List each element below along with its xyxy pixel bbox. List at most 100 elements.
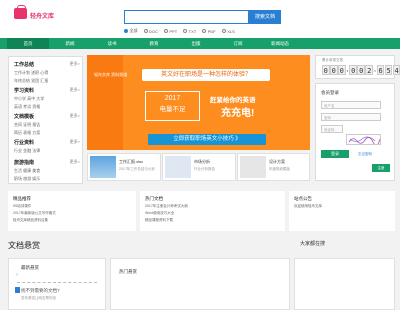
format-option-ppt[interactable]: PPT xyxy=(163,28,177,34)
banner-speech-bubble: 英文好在职场是一种怎样的体验？ xyxy=(142,69,270,81)
category-more-link[interactable]: 更多> xyxy=(70,139,80,145)
forgot-password-link[interactable]: 忘记密码 xyxy=(358,152,372,157)
nav-item-subscribe[interactable]: 订阅 xyxy=(217,38,259,49)
format-filter: 全部 DOC PPT TXT PDF XLS xyxy=(124,28,235,34)
question-icon: ? xyxy=(16,273,18,277)
card-heading: 最新悬赏 xyxy=(21,265,39,270)
recommend-card[interactable]: 设计方案 年度规划模板 xyxy=(237,153,310,181)
category-block: 工作总结 更多> 工作计划 述职 心得 年终总结 党团 汇报 xyxy=(14,61,80,84)
category-block: 文档模板 更多> 合同 证明 报告 简历 表格 方案 xyxy=(14,113,80,136)
register-button[interactable]: 注册 xyxy=(372,164,390,172)
info-box-popular: 热门文档 2017年注册会计师考试大纲 Word使用技巧大全 精品课程资料下载 xyxy=(140,191,285,231)
counter-digit: 0 xyxy=(330,65,338,75)
radio-selected-icon xyxy=(124,29,128,33)
counter-digit: 4 xyxy=(392,65,400,75)
info-link[interactable]: Word使用技巧大全 xyxy=(145,211,275,216)
category-links[interactable]: 中小学 高中 大学 xyxy=(14,96,80,102)
section-title-right: 大家都在搜 xyxy=(300,241,326,247)
info-box-notice: 站点公告 欢迎使用轻舟文库 xyxy=(289,191,395,231)
nav-item-home[interactable]: 首页 xyxy=(7,38,49,49)
format-option-all[interactable]: 全部 xyxy=(124,28,138,34)
counter-digit: 0 xyxy=(338,65,346,75)
info-title: 热门文档 xyxy=(145,196,163,201)
category-links[interactable]: 工作计划 述职 心得 xyxy=(14,70,80,76)
banner-mini-logo: 轻舟文库 资料频道 xyxy=(94,72,128,77)
category-links[interactable]: 生活 健康 美食 xyxy=(14,168,80,174)
counter-digit: 5 xyxy=(384,65,393,75)
counter-digit: 2 xyxy=(365,65,373,75)
card-subtitle: 行业分析报告 xyxy=(194,167,215,171)
bounty-card-latest: ? 最新悬赏 找不到需要的文档? 发布悬赏让网友帮你找 xyxy=(8,258,106,310)
section-title: 文档悬赏 xyxy=(8,241,40,250)
recommend-card[interactable]: 市场分析 行业分析报告 xyxy=(162,153,236,181)
category-links[interactable]: 职场 旅游 娱乐 xyxy=(14,176,80,182)
captcha-image[interactable] xyxy=(346,134,381,145)
counter-label: 累计收录文档 xyxy=(322,58,343,62)
radio-icon xyxy=(183,29,188,33)
site-logo-text[interactable]: 轻舟文库 xyxy=(30,11,54,20)
card-title: 市场分析 xyxy=(194,159,210,164)
category-more-link[interactable]: 更多> xyxy=(70,113,80,119)
format-option-doc[interactable]: DOC xyxy=(143,28,158,34)
counter-digit: 6 xyxy=(376,65,385,75)
info-box-featured: 精品推荐 5S培训课件 2017年最新版公文写作格式 轻舟文库精品资料合集 xyxy=(8,191,136,231)
calendar-text: 电量不足 xyxy=(159,106,186,113)
nav-item-publishing[interactable]: 出版 xyxy=(175,38,217,49)
login-title: 会员登录 xyxy=(321,90,339,95)
captcha-input[interactable]: 验证码 xyxy=(321,125,343,133)
category-links[interactable]: 年终总结 党团 汇报 xyxy=(14,78,80,84)
category-links[interactable]: 合同 证明 报告 xyxy=(14,122,80,128)
login-panel: 会员登录 用户名 密码 验证码 登录 忘记密码 注册 xyxy=(315,83,395,181)
info-link[interactable]: 2017年最新版公文写作格式 xyxy=(13,211,93,216)
captcha-squiggle-icon xyxy=(348,136,380,144)
document-thumbnail xyxy=(240,156,266,178)
nav-item-news[interactable]: 新闻 xyxy=(49,38,91,49)
card-subtext: 发布悬赏让网友帮你找 xyxy=(21,296,56,300)
book-icon xyxy=(15,287,20,293)
info-title: 精品推荐 xyxy=(13,196,31,201)
radio-icon xyxy=(163,29,168,33)
password-field[interactable]: 密码 xyxy=(321,113,381,121)
info-link[interactable]: 5S培训课件 xyxy=(13,204,93,209)
format-option-pdf[interactable]: PDF xyxy=(202,28,216,34)
search-input[interactable] xyxy=(124,10,249,24)
format-option-xls[interactable]: XLS xyxy=(221,28,235,34)
format-option-txt[interactable]: TXT xyxy=(183,28,196,34)
banner-calendar: 2017 电量不足 xyxy=(145,91,200,121)
category-sidebar: 工作总结 更多> 工作计划 述职 心得 年终总结 党团 汇报 学习资料 更多> … xyxy=(8,56,83,184)
banner-slogan: 赶紧给你的英语 xyxy=(210,97,256,104)
category-block: 学习资料 更多> 中小学 高中 大学 英语 考试 资格 xyxy=(14,87,80,110)
card-heading: 热门悬赏 xyxy=(119,269,137,274)
info-link[interactable]: 轻舟文库精品资料合集 xyxy=(13,218,93,223)
category-more-link[interactable]: 更多> xyxy=(70,61,80,67)
bounty-card-popular: 热门悬赏 xyxy=(110,258,290,310)
category-links[interactable]: 行业 金融 法律 xyxy=(14,148,80,154)
banner-cta-button[interactable]: 立即获取职场英文小技巧 》 xyxy=(148,134,266,145)
category-links[interactable]: 简历 表格 方案 xyxy=(14,130,80,136)
nav-item-education[interactable]: 教育 xyxy=(133,38,175,49)
nav-item-updates[interactable]: 新闻动态 xyxy=(259,38,301,49)
radio-icon xyxy=(221,29,226,33)
login-button[interactable]: 登录 xyxy=(321,150,349,158)
card-subtitle: 年度规划模板 xyxy=(269,167,290,171)
category-more-link[interactable]: 更多> xyxy=(70,159,80,165)
counter-digits: 0 0 0 , 0 0 2 , 6 5 4 xyxy=(322,65,400,75)
counter-digit: 0 xyxy=(349,65,357,75)
nav-item-reading[interactable]: 读书 xyxy=(91,38,133,49)
username-field[interactable]: 用户名 xyxy=(321,101,381,109)
search-trends-card xyxy=(294,258,395,310)
card-title: 设计方案 xyxy=(269,159,285,164)
info-link[interactable]: 精品课程资料下载 xyxy=(145,218,275,223)
recommend-card[interactable]: 工作汇报.xlsx 2017年工作总结与计划 xyxy=(87,153,161,181)
card-text[interactable]: 找不到需要的文档? xyxy=(21,288,60,294)
divider xyxy=(17,282,97,283)
bag-logo-icon[interactable] xyxy=(14,5,27,19)
counter-digit: 0 xyxy=(357,65,365,75)
category-links[interactable]: 英语 考试 资格 xyxy=(14,104,80,110)
category-block: 旅游指南 更多> 生活 健康 美食 职场 旅游 娱乐 xyxy=(14,159,80,182)
info-link[interactable]: 2017年注册会计师考试大纲 xyxy=(145,204,275,209)
promo-banner[interactable]: 轻舟文库 资料频道 英文好在职场是一种怎样的体验？ 2017 电量不足 赶紧给你… xyxy=(87,55,310,150)
search-button[interactable]: 搜索文档 xyxy=(249,10,281,24)
category-more-link[interactable]: 更多> xyxy=(70,87,80,93)
info-link[interactable]: 欢迎使用轻舟文库 xyxy=(294,204,374,209)
